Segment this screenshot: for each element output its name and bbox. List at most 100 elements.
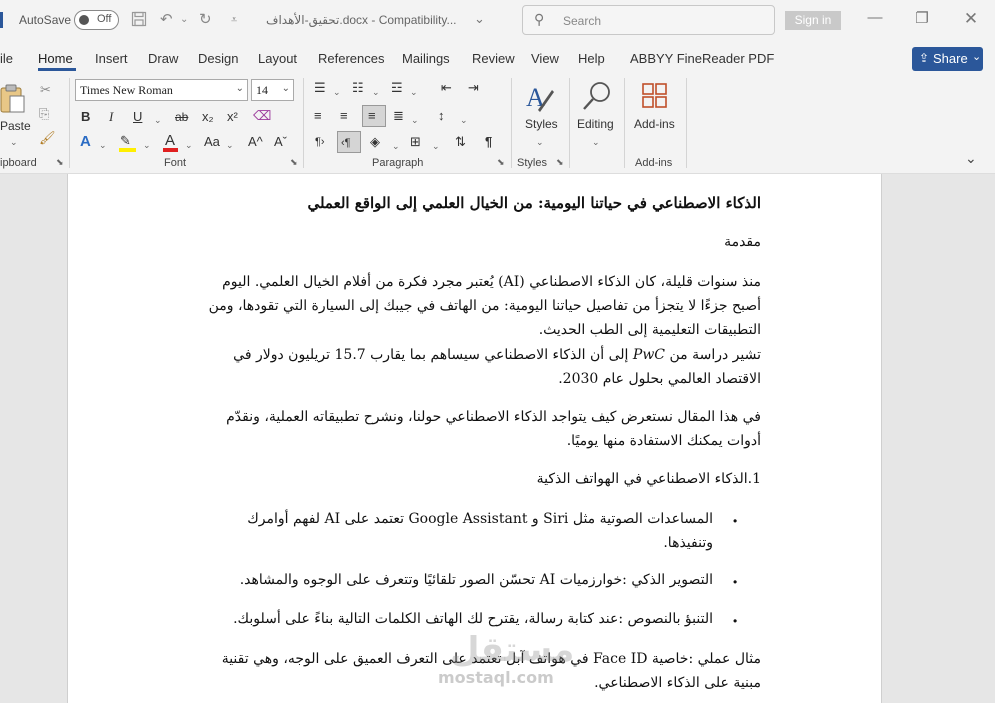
underline-chevron-icon[interactable]: ⌄ — [154, 112, 162, 128]
sign-in-button[interactable]: Sign in — [785, 11, 841, 30]
sort-icon[interactable]: ⇅ — [455, 134, 466, 150]
multilevel-chevron-icon[interactable]: ⌄ — [410, 84, 418, 100]
bullets-chevron-icon[interactable]: ⌄ — [333, 84, 341, 100]
shrink-font-button[interactable]: Aˇ — [274, 134, 287, 150]
tab-layout[interactable]: Layout — [258, 51, 297, 66]
borders-chevron-icon[interactable]: ⌄ — [432, 138, 440, 154]
font-color-button[interactable]: A — [165, 133, 175, 149]
font-name-select[interactable]: Times New Roman ⌄ — [75, 79, 248, 101]
decrease-indent-icon[interactable]: ⇤ — [441, 80, 452, 96]
undo-icon[interactable]: ↶ — [160, 11, 173, 29]
align-right-button[interactable]: ≡ — [362, 105, 386, 127]
clear-formatting-icon[interactable]: ⌫ — [253, 108, 271, 124]
strikethrough-button[interactable]: ab — [175, 109, 188, 125]
tab-home[interactable]: Home — [38, 51, 73, 66]
tab-references[interactable]: References — [318, 51, 384, 66]
tab-view[interactable]: View — [531, 51, 559, 66]
document-title[interactable]: تحقيق-الأهداف.docx - Compatibility... — [266, 13, 457, 27]
autosave-toggle[interactable]: Off — [74, 10, 119, 30]
change-case-button[interactable]: Aa — [204, 134, 220, 150]
ribbon-tabs: ile Home Insert Draw Design Layout Refer… — [0, 40, 995, 72]
styles-button[interactable]: A Styles ⌄ — [520, 80, 560, 150]
text-effects-button[interactable]: A — [80, 134, 91, 150]
clipboard-launcher-icon[interactable]: ⬊ — [56, 157, 64, 168]
borders-icon[interactable]: ⊞ — [410, 134, 421, 150]
multilevel-list-icon[interactable]: ☲ — [391, 80, 403, 96]
rtl-direction-button[interactable]: ‹¶ — [337, 131, 361, 153]
superscript-button[interactable]: x² — [227, 109, 238, 125]
font-size-select[interactable]: 14 ⌄ — [251, 79, 294, 101]
document-title-heading: الذكاء الاصطناعي في حياتنا اليومية: من ا… — [307, 194, 761, 212]
paragraph-1-line: أصبح جزءًا لا يتجزأ من تفاصيل حياتنا الي… — [208, 298, 761, 314]
highlight-icon[interactable]: ✎ — [120, 133, 131, 149]
undo-dropdown-icon[interactable]: ⌄ — [180, 11, 188, 29]
shading-icon[interactable]: ◈ — [370, 134, 380, 150]
font-size-value: 14 — [256, 83, 268, 97]
redo-icon[interactable]: ↻ — [199, 11, 212, 29]
font-name-value: Times New Roman — [80, 83, 173, 97]
text-effects-chevron-icon[interactable]: ⌄ — [99, 137, 107, 153]
collapse-ribbon-icon[interactable]: ⌄ — [965, 150, 977, 166]
copy-icon[interactable]: ⎘ — [39, 106, 49, 122]
underline-button[interactable]: U — [133, 109, 142, 125]
grow-font-button[interactable]: A^ — [248, 134, 263, 150]
document-area[interactable]: الذكاء الاصطناعي في حياتنا اليومية: من ا… — [0, 174, 995, 703]
subscript-button[interactable]: x₂ — [202, 109, 214, 125]
justify-icon[interactable]: ≣ — [393, 108, 404, 124]
tab-file[interactable]: ile — [0, 51, 13, 66]
font-name-chevron-icon: ⌄ — [235, 83, 244, 94]
title-bar: AutoSave Off ↶ ⌄ ↻ ⩡ تحقيق-الأهداف.docx … — [0, 0, 995, 40]
change-case-chevron-icon[interactable]: ⌄ — [226, 137, 234, 153]
format-painter-icon[interactable]: 🖌 — [39, 130, 56, 146]
share-icon: ⇪ — [919, 51, 930, 65]
increase-indent-icon[interactable]: ⇥ — [468, 80, 479, 96]
cut-icon[interactable]: ✂ — [40, 82, 51, 98]
paste-button[interactable]: Paste ⌄ — [0, 80, 31, 147]
bullet-item: المساعدات الصوتية مثل Siri و Google Assi… — [193, 507, 713, 555]
italic-button[interactable]: I — [109, 109, 113, 125]
styles-group-label: Styles — [517, 157, 547, 169]
paragraph-3: في هذا المقال نستعرض كيف يتواجد الذكاء ا… — [81, 405, 761, 453]
bold-button[interactable]: B — [81, 109, 90, 125]
editing-button[interactable]: Editing ⌄ — [574, 80, 620, 150]
tab-design[interactable]: Design — [198, 51, 238, 66]
ltr-direction-icon[interactable]: ¶› — [315, 134, 325, 150]
editing-label: Editing — [577, 117, 614, 131]
tab-mailings[interactable]: Mailings — [402, 51, 450, 66]
tab-draw[interactable]: Draw — [148, 51, 178, 66]
tab-insert[interactable]: Insert — [95, 51, 128, 66]
document-page[interactable]: الذكاء الاصطناعي في حياتنا اليومية: من ا… — [67, 174, 882, 703]
font-size-chevron-icon: ⌄ — [281, 83, 290, 94]
line-spacing-chevron-icon[interactable]: ⌄ — [460, 112, 468, 128]
title-chevron-icon[interactable]: ⌄ — [474, 11, 485, 27]
app-icon-edge — [0, 12, 3, 28]
tab-abbyy[interactable]: ABBYY FineReader PDF — [630, 51, 774, 66]
ribbon: Paste ⌄ ✂ ⎘ 🖌 ipboard ⬊ Times New Roman … — [0, 72, 995, 174]
autosave-state: Off — [97, 13, 112, 25]
shading-chevron-icon[interactable]: ⌄ — [392, 138, 400, 154]
highlight-chevron-icon[interactable]: ⌄ — [143, 137, 151, 153]
line-spacing-icon[interactable]: ↕ — [438, 108, 445, 124]
restore-icon[interactable]: ❐ — [912, 9, 932, 27]
share-button[interactable]: ⇪ Share ⌄ — [912, 47, 983, 71]
align-center-icon[interactable]: ≡ — [340, 108, 348, 124]
justify-chevron-icon[interactable]: ⌄ — [411, 112, 419, 128]
add-ins-button[interactable]: Add-ins — [631, 80, 681, 150]
show-formatting-icon[interactable]: ¶ — [485, 134, 492, 150]
paragraph-launcher-icon[interactable]: ⬊ — [497, 157, 505, 168]
save-icon[interactable] — [131, 11, 147, 32]
tab-review[interactable]: Review — [472, 51, 515, 66]
close-icon[interactable]: ✕ — [961, 9, 981, 29]
align-left-icon[interactable]: ≡ — [314, 108, 322, 124]
bullets-icon[interactable]: ☰ — [314, 80, 326, 96]
group-separator — [303, 78, 304, 168]
customize-qat-icon[interactable]: ⩡ — [231, 11, 237, 29]
font-color-chevron-icon[interactable]: ⌄ — [185, 137, 193, 153]
font-launcher-icon[interactable]: ⬊ — [290, 157, 298, 168]
minimize-icon[interactable]: — — [865, 9, 885, 26]
styles-launcher-icon[interactable]: ⬊ — [556, 157, 564, 168]
numbering-chevron-icon[interactable]: ⌄ — [372, 84, 380, 100]
search-input[interactable]: ⚲ Search — [522, 5, 775, 35]
tab-help[interactable]: Help — [578, 51, 605, 66]
numbering-icon[interactable]: ☷ — [352, 80, 364, 96]
